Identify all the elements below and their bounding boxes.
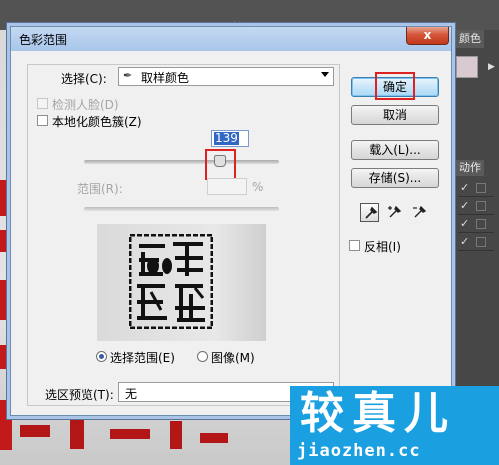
color-range-dialog: 色彩范围 x 选择(C): ✒ 取样颜色 检测人脸(D) 本地化颜色簇(Z) 1… xyxy=(10,26,452,416)
action-row[interactable]: ✓ xyxy=(458,216,494,233)
check-icon: ✓ xyxy=(460,199,470,212)
detect-faces-label: 检测人脸(D) xyxy=(52,98,119,112)
fuzziness-input[interactable]: 139 xyxy=(211,130,249,147)
range-unit: % xyxy=(252,180,264,194)
check-icon: ✓ xyxy=(460,217,470,230)
cancel-button[interactable]: 取消 xyxy=(351,105,439,125)
add-to-sample-tool[interactable] xyxy=(385,203,404,222)
eyedropper-icon xyxy=(365,206,378,219)
check-icon: ✓ xyxy=(460,181,470,194)
range-label: 范围(R): xyxy=(77,182,123,196)
eyedropper-plus-icon xyxy=(388,205,402,218)
color-panel-tab[interactable]: 颜色 xyxy=(456,30,484,48)
select-dropdown[interactable]: ✒ 取样颜色 xyxy=(118,67,334,86)
watermark-url: jiaozhen.cc xyxy=(297,441,421,461)
eyedropper-tool[interactable] xyxy=(360,203,379,222)
seal-preview-image xyxy=(129,234,213,329)
canvas-seal-bottom xyxy=(0,415,240,465)
action-row[interactable]: ✓ xyxy=(458,180,494,197)
highlight-box-slider xyxy=(205,149,236,180)
subtract-from-sample-tool[interactable] xyxy=(410,203,429,222)
panel-arrow-icon: ▶ xyxy=(488,62,495,72)
chevron-down-icon xyxy=(321,72,329,77)
actions-panel-tab[interactable]: 动作 xyxy=(456,160,484,176)
eyedropper-minus-icon xyxy=(413,205,427,218)
radio-image-label: 图像(M) xyxy=(211,351,255,365)
radio-selection[interactable] xyxy=(96,351,107,362)
radio-image[interactable] xyxy=(197,351,208,362)
selection-preview-value: 无 xyxy=(125,387,138,401)
checkbox-box[interactable] xyxy=(349,240,360,251)
selection-preview-label: 选区预览(T): xyxy=(45,388,114,402)
range-slider-track[interactable] xyxy=(84,207,279,211)
action-row[interactable]: ✓ xyxy=(458,234,494,251)
dialog-titlebar[interactable]: 色彩范围 x xyxy=(11,27,451,51)
eyedropper-icon: ✒ xyxy=(123,69,133,82)
invert-label: 反相(I) xyxy=(364,240,401,254)
radio-selection-label: 选择范围(E) xyxy=(110,351,175,365)
localized-clusters-label: 本地化颜色簇(Z) xyxy=(52,115,142,129)
action-row[interactable]: ✓ xyxy=(458,198,494,215)
select-value: 取样颜色 xyxy=(141,71,190,85)
checkbox-box[interactable] xyxy=(37,115,48,126)
foreground-color-swatch[interactable] xyxy=(456,56,478,78)
range-input[interactable] xyxy=(207,178,247,195)
load-button[interactable]: 载入(L)... xyxy=(351,140,439,160)
select-label: 选择(C): xyxy=(61,72,107,86)
watermark-logo-text: 较真儿 xyxy=(300,388,456,439)
fuzziness-value: 139 xyxy=(214,131,239,145)
dialog-title: 色彩范围 xyxy=(19,33,68,47)
check-icon: ✓ xyxy=(460,235,470,248)
checkbox-box[interactable] xyxy=(37,98,48,109)
save-button[interactable]: 存储(S)... xyxy=(351,168,439,188)
highlight-box-ok xyxy=(375,72,415,100)
close-button[interactable]: x xyxy=(406,27,449,45)
fuzziness-slider-track[interactable] xyxy=(84,160,279,164)
